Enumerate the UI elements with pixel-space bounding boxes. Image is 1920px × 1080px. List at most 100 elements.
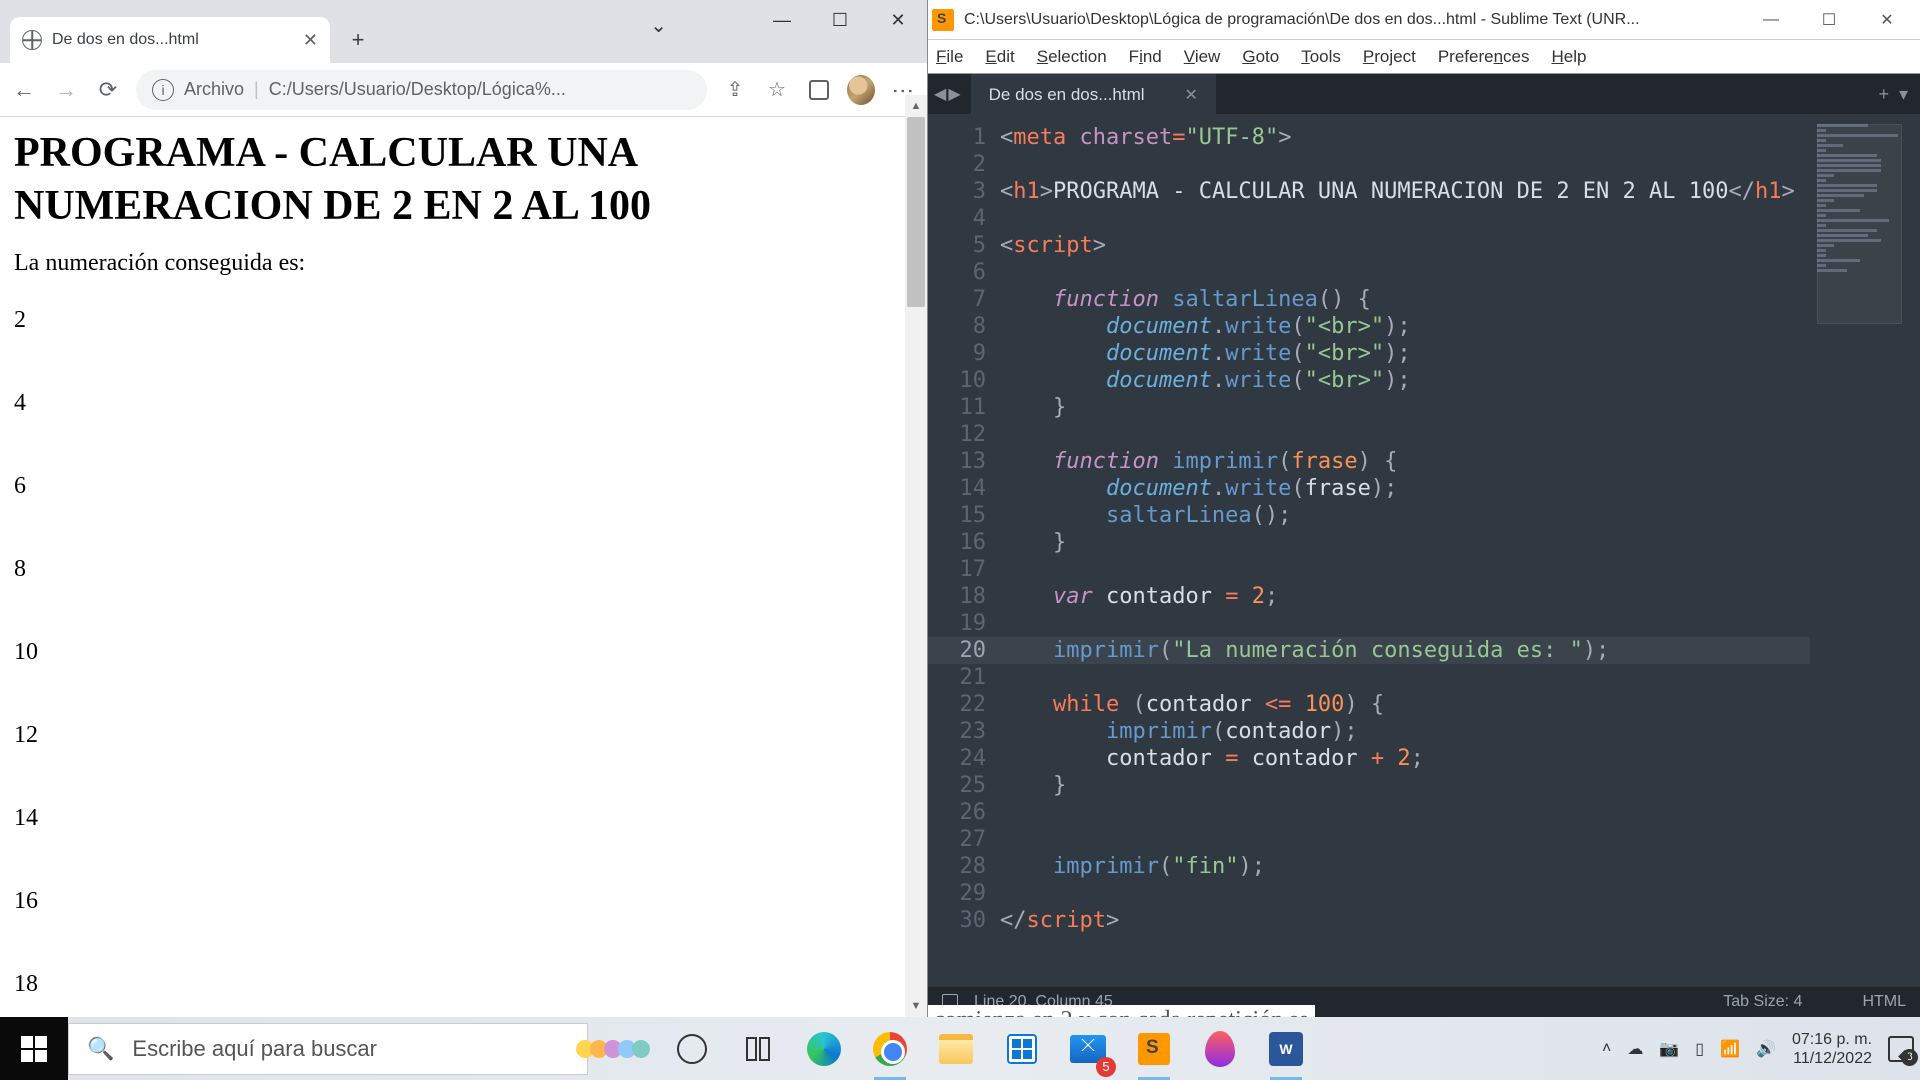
chrome-minimize-button[interactable]: — xyxy=(753,0,811,40)
status-language[interactable]: HTML xyxy=(1862,993,1906,1011)
taskview-button[interactable] xyxy=(734,1025,782,1073)
sublime-nav-arrows: ◀ ▶ xyxy=(934,84,961,104)
menu-goto[interactable]: Goto xyxy=(1242,47,1279,67)
sublime-tab-close-icon[interactable]: ✕ xyxy=(1185,85,1198,105)
menu-file[interactable]: File xyxy=(936,47,963,67)
new-tab-button[interactable]: + xyxy=(340,22,376,58)
explorer-app-icon[interactable] xyxy=(932,1025,980,1073)
taskbar-search[interactable]: 🔍 Escribe aquí para buscar xyxy=(68,1023,588,1075)
chrome-app-icon[interactable] xyxy=(866,1025,914,1073)
menu-edit[interactable]: Edit xyxy=(985,47,1014,67)
reload-button[interactable]: ⟳ xyxy=(94,76,122,104)
close-tab-icon[interactable]: ✕ xyxy=(303,30,318,51)
scroll-up-icon[interactable]: ▲ xyxy=(905,95,927,117)
onedrive-icon[interactable]: ☁ xyxy=(1627,1039,1643,1059)
sublime-editor[interactable]: 1 2 3 4 5 6 7 8 9 10 11 12 13 14 15 16 1… xyxy=(928,114,1920,987)
sublime-add-tab-icon[interactable]: + xyxy=(1878,84,1889,105)
chrome-maximize-button[interactable]: ☐ xyxy=(811,0,869,40)
sublime-close-button[interactable]: ✕ xyxy=(1858,0,1916,40)
scroll-down-icon[interactable]: ▼ xyxy=(905,995,927,1017)
code-line: saltarLinea(); xyxy=(1000,502,1810,529)
paint-app-icon[interactable] xyxy=(1196,1025,1244,1073)
taskbar-apps: 5 W xyxy=(668,1025,1310,1073)
menu-find[interactable]: Find xyxy=(1129,47,1162,67)
gutter-line: 4 xyxy=(928,205,1000,232)
address-label: Archivo xyxy=(184,79,244,100)
menu-project[interactable]: Project xyxy=(1363,47,1416,67)
address-bar[interactable]: i Archivo | C:/Users/Usuario/Desktop/Lóg… xyxy=(136,70,707,110)
volume-icon[interactable]: 🔊 xyxy=(1756,1039,1776,1059)
chrome-window: De dos en dos...html ✕ + ⌄ — ☐ ✕ ← → ⟳ i… xyxy=(0,0,928,1017)
device-icon[interactable] xyxy=(805,76,833,104)
word-app-icon[interactable]: W xyxy=(1262,1025,1310,1073)
mail-app-icon[interactable]: 5 xyxy=(1064,1025,1112,1073)
code-line: while (contador <= 100) { xyxy=(1000,691,1810,718)
forward-button[interactable]: → xyxy=(52,76,80,104)
share-icon[interactable]: ⇪ xyxy=(721,76,749,104)
gutter-line: 5 xyxy=(928,232,1000,259)
cortana-button[interactable] xyxy=(668,1025,716,1073)
gutter-line: 3 xyxy=(928,178,1000,205)
status-tabsize[interactable]: Tab Size: 4 xyxy=(1723,993,1802,1011)
meetnow-icon[interactable]: 📷 xyxy=(1659,1039,1679,1059)
gutter-line: 6 xyxy=(928,259,1000,286)
back-button[interactable]: ← xyxy=(10,76,38,104)
sublime-title: C:\Users\Usuario\Desktop\Lógica de progr… xyxy=(964,11,1640,29)
taskbar-clock[interactable]: 07:16 p. m. 11/12/2022 xyxy=(1792,1030,1872,1068)
site-info-icon[interactable]: i xyxy=(152,79,174,101)
tray-overflow-icon[interactable]: ˄ xyxy=(1602,1040,1611,1058)
code-line xyxy=(1000,556,1810,583)
scroll-thumb[interactable] xyxy=(907,117,925,307)
sublime-nav-forward-icon[interactable]: ▶ xyxy=(948,84,960,104)
code-line: contador = contador + 2; xyxy=(1000,745,1810,772)
tab-search-chevron-icon[interactable]: ⌄ xyxy=(650,13,667,38)
edge-app-icon[interactable] xyxy=(800,1025,848,1073)
notifications-icon[interactable]: 8 xyxy=(1888,1036,1914,1062)
gutter-line: 25 xyxy=(928,772,1000,799)
chrome-scrollbar[interactable]: ▲ ▼ xyxy=(905,117,927,1017)
wifi-icon[interactable]: 📶 xyxy=(1720,1039,1740,1059)
sublime-maximize-button[interactable]: ☐ xyxy=(1800,0,1858,40)
chrome-tab-active[interactable]: De dos en dos...html ✕ xyxy=(10,17,330,63)
gutter-line: 1 xyxy=(928,124,1000,151)
battery-icon[interactable]: ▯ xyxy=(1695,1039,1704,1059)
code-line: } xyxy=(1000,772,1810,799)
sublime-window-controls: — ☐ ✕ xyxy=(1742,0,1916,40)
sublime-app-icon[interactable] xyxy=(1130,1025,1178,1073)
minimap[interactable] xyxy=(1817,124,1902,424)
menu-help[interactable]: Help xyxy=(1552,47,1587,67)
search-icon: 🔍 xyxy=(87,1036,114,1062)
gutter-line: 9 xyxy=(928,340,1000,367)
gutter-line: 23 xyxy=(928,718,1000,745)
sublime-tab-menu-icon[interactable]: ▾ xyxy=(1899,84,1908,105)
code-area[interactable]: <meta charset="UTF-8"> <h1>PROGRAMA - CA… xyxy=(1000,124,1810,987)
number-item: 12 xyxy=(14,722,913,749)
sublime-window: C:\Users\Usuario\Desktop\Lógica de progr… xyxy=(928,0,1920,1017)
menu-preferences[interactable]: Preferences xyxy=(1438,47,1530,67)
sublime-minimize-button[interactable]: — xyxy=(1742,0,1800,40)
bookmark-star-icon[interactable]: ☆ xyxy=(763,76,791,104)
sublime-nav-back-icon[interactable]: ◀ xyxy=(934,84,946,104)
page-intro: La numeración conseguida es: xyxy=(14,250,913,277)
menu-selection[interactable]: Selection xyxy=(1037,47,1107,67)
start-button[interactable] xyxy=(0,1017,68,1080)
gutter-line: 11 xyxy=(928,394,1000,421)
minimap-viewport[interactable] xyxy=(1817,124,1902,324)
sublime-tab-active[interactable]: De dos en dos...html ✕ xyxy=(971,74,1216,114)
chrome-close-button[interactable]: ✕ xyxy=(869,0,927,40)
code-line: <h1>PROGRAMA - CALCULAR UNA NUMERACION D… xyxy=(1000,178,1810,205)
gutter-line: 27 xyxy=(928,826,1000,853)
store-app-icon[interactable] xyxy=(998,1025,1046,1073)
number-item: 2 xyxy=(14,307,913,334)
menu-tools[interactable]: Tools xyxy=(1301,47,1341,67)
taskbar: 🔍 Escribe aquí para buscar 5 W ˄ ☁ 📷 ▯ 📶… xyxy=(0,1017,1920,1080)
gutter-line: 24 xyxy=(928,745,1000,772)
code-line xyxy=(1000,610,1810,637)
menu-view[interactable]: View xyxy=(1184,47,1221,67)
code-line: document.write("<br>"); xyxy=(1000,313,1810,340)
profile-avatar[interactable] xyxy=(847,76,875,104)
gutter-line: 12 xyxy=(928,421,1000,448)
sublime-tabbar: ◀ ▶ De dos en dos...html ✕ + ▾ xyxy=(928,74,1920,114)
code-line: document.write("<br>"); xyxy=(1000,367,1810,394)
code-line: document.write(frase); xyxy=(1000,475,1810,502)
